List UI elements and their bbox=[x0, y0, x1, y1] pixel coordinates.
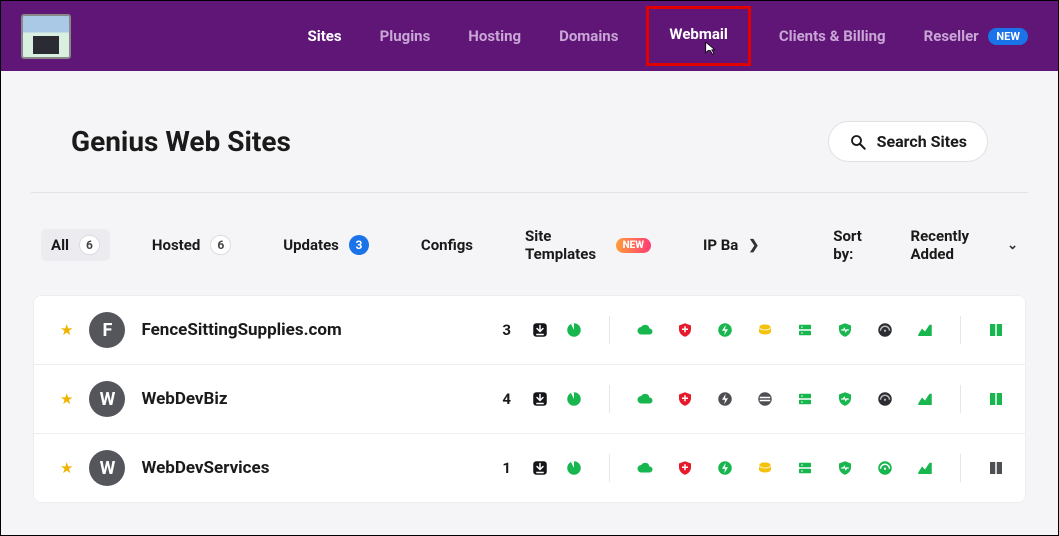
star-icon[interactable]: ★ bbox=[60, 390, 73, 408]
download-icon[interactable] bbox=[531, 459, 549, 477]
filter-ip-banning-label: IP Ba bbox=[703, 236, 738, 254]
disk-icon[interactable] bbox=[756, 321, 774, 339]
shield-icon[interactable] bbox=[676, 459, 694, 477]
sort-by-value: Recently Added bbox=[910, 227, 999, 263]
row-separator bbox=[609, 454, 610, 482]
speed-icon[interactable] bbox=[565, 390, 583, 408]
filter-all-label: All bbox=[51, 236, 69, 254]
sort-by-label: Sort by: bbox=[833, 227, 878, 263]
disk-icon[interactable] bbox=[756, 459, 774, 477]
site-avatar: W bbox=[89, 450, 125, 486]
filter-updates[interactable]: Updates 3 bbox=[273, 229, 379, 261]
pointer-cursor-icon bbox=[699, 40, 717, 58]
nav-domains[interactable]: Domains bbox=[549, 5, 628, 67]
server-icon[interactable] bbox=[796, 390, 814, 408]
nav-plugins[interactable]: Plugins bbox=[370, 5, 441, 67]
nav-reseller-label: Reseller bbox=[924, 27, 979, 45]
sort-by-dropdown[interactable]: Recently Added ⌄ bbox=[910, 227, 1018, 263]
row-separator bbox=[960, 454, 961, 482]
search-label: Search Sites bbox=[877, 132, 967, 151]
nav-sites[interactable]: Sites bbox=[298, 5, 352, 67]
cloud-icon[interactable] bbox=[636, 321, 654, 339]
gauge-icon[interactable] bbox=[876, 459, 894, 477]
filter-updates-label: Updates bbox=[283, 236, 339, 254]
filter-all-count: 6 bbox=[79, 235, 100, 255]
shield-icon[interactable] bbox=[676, 390, 694, 408]
filter-hosted-count: 6 bbox=[210, 235, 231, 255]
cloud-icon[interactable] bbox=[636, 390, 654, 408]
cloud-icon[interactable] bbox=[636, 459, 654, 477]
nav-hosting[interactable]: Hosting bbox=[458, 5, 531, 67]
new-badge: NEW bbox=[988, 28, 1028, 45]
site-avatar: W bbox=[89, 381, 125, 417]
site-name[interactable]: WebDevBiz bbox=[141, 389, 486, 409]
site-avatar: F bbox=[89, 312, 125, 348]
search-icon bbox=[849, 133, 867, 151]
filter-all[interactable]: All 6 bbox=[41, 229, 110, 261]
site-row[interactable]: ★ F FenceSittingSupplies.com 3 bbox=[34, 296, 1025, 365]
filter-site-templates[interactable]: Site Templates NEW bbox=[515, 221, 661, 269]
speed-icon[interactable] bbox=[565, 321, 583, 339]
star-icon[interactable]: ★ bbox=[60, 321, 73, 339]
site-list: ★ F FenceSittingSupplies.com 3 bbox=[33, 295, 1026, 503]
chevron-right-icon: ❯ bbox=[748, 238, 759, 253]
update-count: 4 bbox=[502, 390, 511, 408]
filter-bar: All 6 Hosted 6 Updates 3 Configs Site Te… bbox=[31, 221, 1028, 295]
site-row[interactable]: ★ W WebDevServices 1 bbox=[34, 434, 1025, 502]
filter-site-templates-label: Site Templates bbox=[525, 227, 606, 263]
server-icon[interactable] bbox=[796, 459, 814, 477]
trend-icon[interactable] bbox=[916, 459, 934, 477]
trend-icon[interactable] bbox=[916, 321, 934, 339]
filter-hosted-label: Hosted bbox=[152, 236, 200, 254]
book-icon[interactable] bbox=[987, 321, 1005, 339]
update-count: 3 bbox=[502, 321, 511, 339]
download-icon[interactable] bbox=[531, 390, 549, 408]
row-separator bbox=[960, 316, 961, 344]
disk-icon[interactable] bbox=[756, 390, 774, 408]
site-row[interactable]: ★ W WebDevBiz 4 bbox=[34, 365, 1025, 434]
heart-icon[interactable] bbox=[836, 390, 854, 408]
site-name[interactable]: FenceSittingSupplies.com bbox=[141, 320, 486, 340]
server-icon[interactable] bbox=[796, 321, 814, 339]
row-separator bbox=[609, 316, 610, 344]
divider bbox=[31, 192, 1028, 193]
app-logo[interactable] bbox=[21, 14, 71, 59]
site-name[interactable]: WebDevServices bbox=[141, 458, 486, 478]
bolt-icon[interactable] bbox=[716, 321, 734, 339]
bolt-icon[interactable] bbox=[716, 459, 734, 477]
heart-icon[interactable] bbox=[836, 321, 854, 339]
nav-reseller[interactable]: Reseller NEW bbox=[914, 5, 1038, 68]
update-count: 1 bbox=[502, 459, 511, 477]
search-sites-button[interactable]: Search Sites bbox=[828, 121, 988, 162]
star-icon[interactable]: ★ bbox=[60, 459, 73, 477]
filter-updates-count: 3 bbox=[349, 235, 369, 255]
gauge-icon[interactable] bbox=[876, 321, 894, 339]
row-separator bbox=[960, 385, 961, 413]
gauge-icon[interactable] bbox=[876, 390, 894, 408]
bolt-icon[interactable] bbox=[716, 390, 734, 408]
chevron-down-icon: ⌄ bbox=[1007, 238, 1018, 253]
speed-icon[interactable] bbox=[565, 459, 583, 477]
shield-icon[interactable] bbox=[676, 321, 694, 339]
row-separator bbox=[609, 385, 610, 413]
filter-hosted[interactable]: Hosted 6 bbox=[142, 229, 241, 261]
filter-configs-label: Configs bbox=[421, 236, 473, 254]
book-icon[interactable] bbox=[987, 459, 1005, 477]
page-title: Genius Web Sites bbox=[71, 125, 291, 158]
nav-webmail[interactable]: Webmail bbox=[646, 6, 750, 66]
book-icon[interactable] bbox=[987, 390, 1005, 408]
top-nav: Sites Plugins Hosting Domains Webmail Cl… bbox=[1, 1, 1058, 71]
trend-icon[interactable] bbox=[916, 390, 934, 408]
filter-ip-banning[interactable]: IP Ba ❯ bbox=[693, 230, 769, 260]
nav-clients-billing[interactable]: Clients & Billing bbox=[769, 5, 896, 67]
heart-icon[interactable] bbox=[836, 459, 854, 477]
download-icon[interactable] bbox=[531, 321, 549, 339]
filter-configs[interactable]: Configs bbox=[411, 230, 483, 260]
new-badge-small: NEW bbox=[616, 238, 651, 253]
